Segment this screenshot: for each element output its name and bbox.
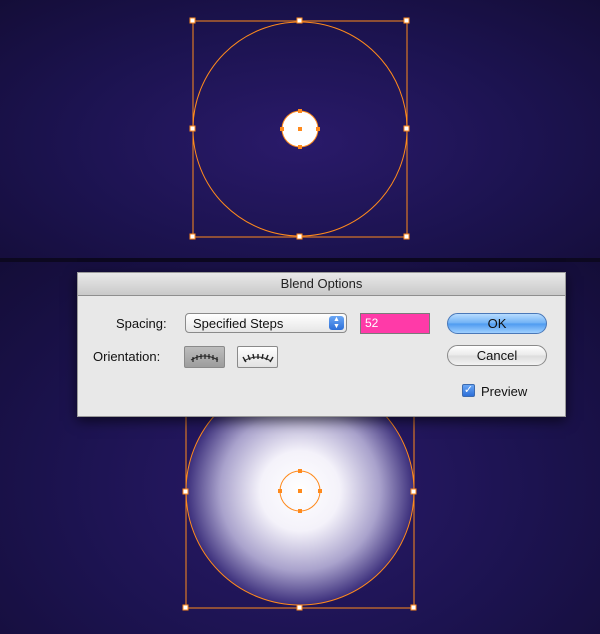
align-to-page-button[interactable] xyxy=(184,346,225,368)
blend-options-dialog: Blend Options Spacing: Specified Steps ▲… xyxy=(77,272,566,417)
anchor-point xyxy=(316,127,320,131)
spacing-select[interactable]: Specified Steps ▲ ▼ xyxy=(185,313,347,333)
anchor-point xyxy=(298,145,302,149)
anchor-point xyxy=(318,489,322,493)
handle-bottom-center[interactable] xyxy=(296,233,303,240)
handle-bottom-left[interactable] xyxy=(189,233,196,240)
handle-middle-left[interactable] xyxy=(182,488,189,495)
steps-input[interactable]: 52 xyxy=(360,313,430,334)
anchor-point xyxy=(278,489,282,493)
artwork-top xyxy=(189,17,410,240)
handle-middle-right[interactable] xyxy=(403,125,410,132)
checkmark-icon: ✓ xyxy=(463,384,474,396)
anchor-point xyxy=(298,109,302,113)
align-to-page-icon xyxy=(190,354,219,362)
handle-middle-right[interactable] xyxy=(410,488,417,495)
align-to-path-button[interactable] xyxy=(237,346,278,368)
handle-middle-left[interactable] xyxy=(189,125,196,132)
spacing-label: Spacing: xyxy=(116,316,167,331)
align-to-path-icon xyxy=(242,353,274,363)
anchor-point xyxy=(280,127,284,131)
anchor-point xyxy=(298,509,302,513)
ok-button[interactable]: OK xyxy=(447,313,547,334)
center-point xyxy=(298,489,302,493)
anchor-point xyxy=(298,469,302,473)
dialog-title[interactable]: Blend Options xyxy=(78,273,565,296)
spacing-select-value: Specified Steps xyxy=(193,316,284,331)
handle-bottom-right[interactable] xyxy=(410,604,417,611)
handle-top-left[interactable] xyxy=(189,17,196,24)
preview-checkbox[interactable]: ✓ xyxy=(462,384,475,397)
steps-value: 52 xyxy=(365,316,379,330)
select-arrows-icon: ▲ ▼ xyxy=(329,316,344,330)
cancel-button[interactable]: Cancel xyxy=(447,345,547,366)
center-point xyxy=(298,127,302,131)
handle-bottom-right[interactable] xyxy=(403,233,410,240)
handle-top-right[interactable] xyxy=(403,17,410,24)
canvas-top xyxy=(0,0,600,258)
orientation-label: Orientation: xyxy=(93,349,161,364)
handle-top-center[interactable] xyxy=(296,17,303,24)
preview-label[interactable]: Preview xyxy=(481,384,527,399)
handle-bottom-left[interactable] xyxy=(182,604,189,611)
handle-bottom-center[interactable] xyxy=(296,604,303,611)
